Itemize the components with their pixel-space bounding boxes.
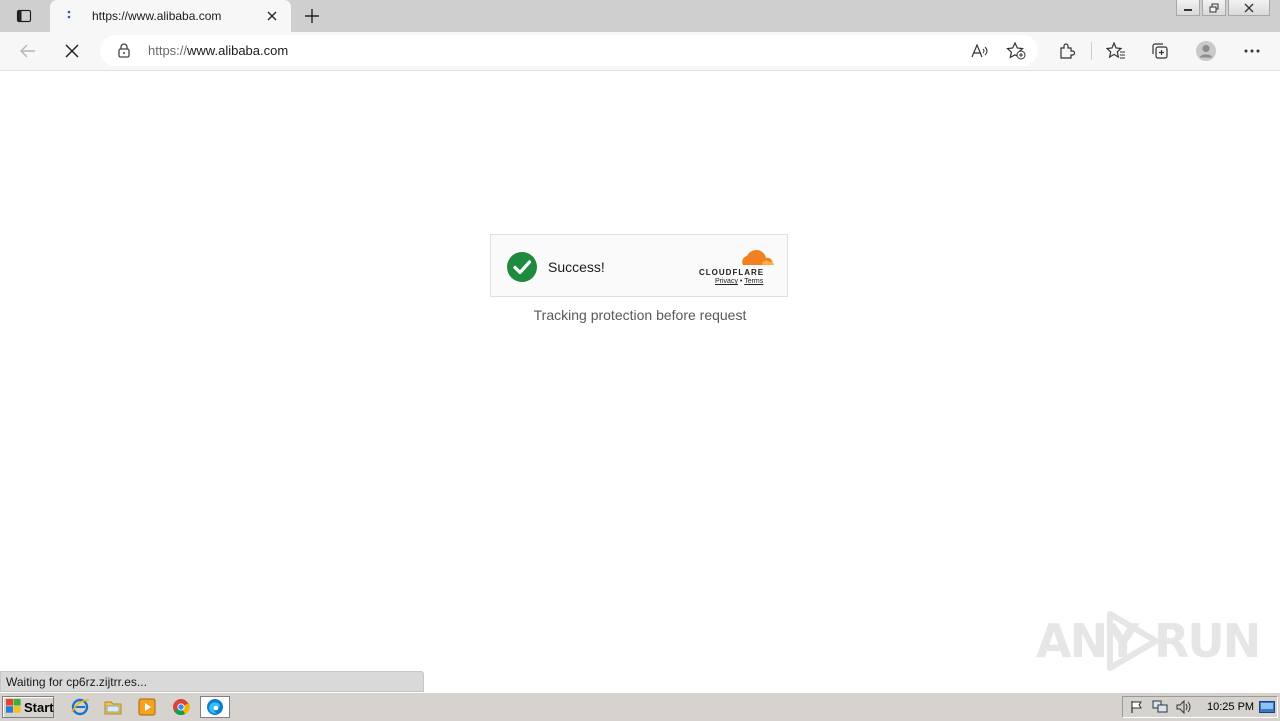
anyrun-watermark: ANY RUN: [1036, 606, 1261, 672]
tab-title: https://www.alibaba.com: [92, 9, 222, 23]
network-icon[interactable]: [1152, 700, 1168, 714]
url-scheme: https://: [148, 43, 188, 58]
show-desktop-icon[interactable]: [1259, 700, 1275, 714]
tab-actions-icon[interactable]: [8, 4, 40, 28]
close-window-icon[interactable]: [1228, 0, 1270, 16]
new-tab-icon[interactable]: [300, 4, 324, 28]
internet-explorer-icon[interactable]: [69, 697, 91, 717]
status-bubble: Waiting for cp6rz.zijtrr.es...: [0, 671, 424, 692]
url-host: www.alibaba.com: [187, 43, 289, 58]
tab-strip: https://www.alibaba.com: [0, 0, 1280, 32]
tracking-caption: Tracking protection before request: [533, 307, 747, 323]
success-status-text: Success!: [548, 259, 605, 275]
privacy-link[interactable]: Privacy: [715, 278, 738, 285]
loading-favicon-icon: [64, 8, 76, 22]
profile-avatar-icon[interactable]: [1192, 37, 1220, 65]
extensions-icon[interactable]: [1053, 37, 1081, 65]
status-text: Waiting for cp6rz.zijtrr.es...: [6, 675, 147, 689]
add-favorite-icon[interactable]: [1005, 40, 1027, 62]
volume-icon[interactable]: [1176, 700, 1192, 714]
taskbar: Start 10:25 PM: [0, 692, 1280, 721]
tab-active[interactable]: https://www.alibaba.com: [50, 0, 291, 32]
chrome-icon[interactable]: [170, 697, 192, 717]
back-arrow-icon[interactable]: [14, 37, 42, 65]
cloudflare-challenge-widget: Success! CLOUDFLARE Privacy • Terms: [490, 234, 788, 297]
cloudflare-wordmark: CLOUDFLARE: [699, 268, 765, 277]
url-text[interactable]: https://www.alibaba.com: [148, 43, 288, 58]
minimize-icon[interactable]: [1176, 0, 1200, 16]
links-separator: •: [739, 278, 743, 285]
system-tray: 10:25 PM: [1122, 696, 1278, 718]
file-explorer-icon[interactable]: [102, 697, 124, 717]
lock-icon[interactable]: [118, 43, 130, 63]
edge-icon[interactable]: [200, 696, 230, 718]
clock[interactable]: 10:25 PM: [1207, 701, 1254, 713]
watermark-right-text: RUN: [1154, 614, 1261, 668]
windows-logo-icon: [6, 698, 21, 716]
restore-icon[interactable]: [1202, 0, 1226, 16]
collections-icon[interactable]: [1146, 37, 1174, 65]
stop-loading-icon[interactable]: [58, 37, 86, 65]
toolbar-separator: [1091, 42, 1092, 60]
media-player-icon[interactable]: [136, 697, 158, 717]
success-check-icon: [507, 252, 537, 282]
terms-link[interactable]: Terms: [744, 278, 763, 285]
favorites-icon[interactable]: [1102, 37, 1130, 65]
tab-close-icon[interactable]: [262, 6, 282, 26]
cloudflare-logo: CLOUDFLARE Privacy • Terms: [699, 248, 775, 288]
window-controls: [1176, 0, 1270, 18]
cloudflare-links: Privacy • Terms: [715, 278, 763, 285]
start-label: Start: [24, 699, 54, 715]
action-center-flag-icon[interactable]: [1129, 700, 1145, 714]
start-button[interactable]: Start: [2, 696, 54, 718]
read-aloud-icon[interactable]: [969, 40, 991, 62]
browser-toolbar: https://www.alibaba.com: [0, 32, 1280, 71]
more-options-icon[interactable]: [1238, 37, 1266, 65]
address-bar[interactable]: https://www.alibaba.com: [100, 35, 1038, 66]
